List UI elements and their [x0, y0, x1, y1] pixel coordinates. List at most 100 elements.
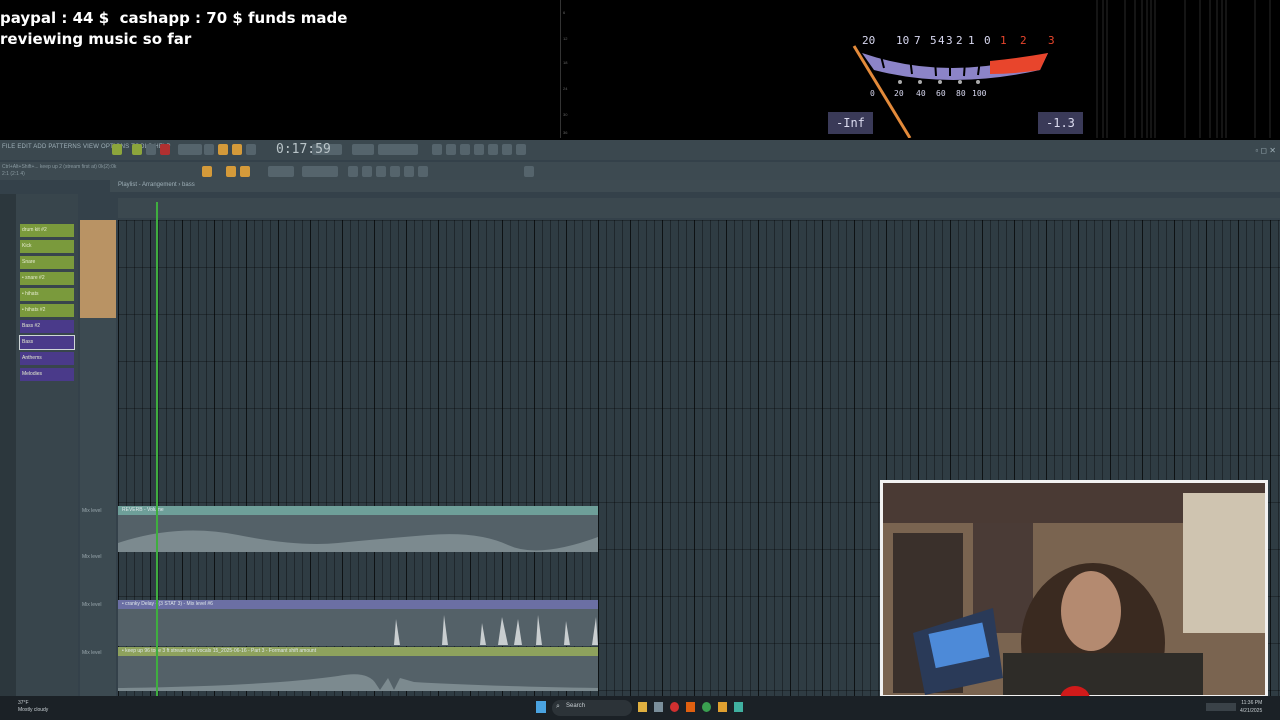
playback-tool-icon[interactable]	[418, 166, 428, 177]
pattern-item[interactable]: Snare	[20, 256, 74, 269]
pattern-item[interactable]: Kick	[20, 240, 74, 253]
vu-red-arc	[990, 53, 1048, 74]
scope-tick: 18	[563, 60, 568, 65]
vu-top-label: 4	[938, 34, 945, 47]
automation-clip[interactable]: REVERB - Volume	[118, 506, 598, 552]
track-label: Mix level	[82, 508, 102, 514]
automation-clip[interactable]: • cranky Delay - (3 STAT 3) - Mix level …	[118, 600, 598, 646]
webcam-feed	[880, 480, 1268, 698]
spectrum-analyzer	[1096, 0, 1271, 138]
play-button[interactable]	[132, 144, 142, 155]
stop-button[interactable]	[146, 144, 156, 155]
start-icon[interactable]	[536, 701, 546, 713]
scope-tick: 6	[563, 10, 566, 15]
vu-top-label: 0	[984, 34, 991, 47]
vu-top-label: 3	[1048, 34, 1055, 47]
pattern-item[interactable]: • hihats	[20, 288, 74, 301]
funds-caption: paypal : 44 $ cashapp : 70 $ funds made …	[0, 9, 348, 48]
blend-notes-icon[interactable]	[246, 144, 256, 155]
browser-icon[interactable]	[702, 702, 711, 712]
snap-select[interactable]	[268, 166, 294, 177]
playhead[interactable]	[156, 202, 158, 696]
browser-icon[interactable]	[488, 144, 498, 155]
paint-tool-icon[interactable]	[240, 166, 250, 177]
pattern-item-selected[interactable]: Bass	[19, 335, 75, 350]
scope-tick: 30	[563, 112, 568, 117]
loop-record-icon[interactable]	[218, 144, 228, 155]
link-icon[interactable]	[524, 166, 534, 177]
vu-top-label: 10	[896, 34, 909, 47]
automation-clip[interactable]: • keep up 96 tone 3 ft stream end vocals…	[118, 647, 598, 691]
chrome-icon[interactable]	[670, 702, 679, 712]
browser-collapsed[interactable]	[0, 194, 16, 696]
tempo-display[interactable]	[178, 144, 202, 155]
piano-roll-icon[interactable]	[446, 144, 456, 155]
track-label: Mix level	[82, 554, 102, 560]
window-controls[interactable]: ▫ ◻ ✕	[1255, 146, 1276, 155]
mixer-icon[interactable]	[460, 144, 470, 155]
playlist-icon[interactable]	[432, 144, 442, 155]
file-explorer-icon[interactable]	[638, 702, 647, 712]
playlist-label: Playlist - Arrangement › bass	[118, 182, 195, 188]
zoom-tool-icon[interactable]	[376, 166, 386, 177]
vu-top-label: 1	[968, 34, 975, 47]
search-icon: ⌕	[556, 703, 560, 710]
vu-top-label: 5	[930, 34, 937, 47]
pattern-item[interactable]: Melodies	[20, 368, 74, 381]
plugin-picker-icon[interactable]	[502, 144, 512, 155]
draw-tool-icon[interactable]	[226, 166, 236, 177]
webcam-image	[883, 483, 1265, 695]
pattern-item[interactable]: • hihats #2	[20, 304, 74, 317]
track-label: Mix level	[82, 650, 102, 656]
weather-widget[interactable]: 37°F Mostly cloudy	[18, 700, 48, 714]
record-button[interactable]	[160, 144, 170, 155]
automation-curve	[118, 530, 598, 552]
select-tool-icon[interactable]	[362, 166, 372, 177]
pattern-item[interactable]: Anthems	[20, 352, 74, 365]
playlist-titlebar: Playlist - Arrangement › bass	[110, 180, 1280, 192]
pattern-item[interactable]: Bass #2	[20, 320, 74, 333]
clip-title: REVERB - Volume	[118, 506, 598, 515]
output-monitor	[378, 144, 418, 155]
vu-top-label: 7	[914, 34, 921, 47]
vu-bottom-label: 100	[972, 89, 987, 98]
mixer-tool-icon[interactable]	[348, 166, 358, 177]
oscilloscope: 6 12 18 24 30 36	[560, 0, 583, 138]
clip-title: • keep up 96 tone 3 ft stream end vocals…	[118, 647, 598, 656]
help-icon[interactable]	[516, 144, 526, 155]
slice-tool-icon[interactable]	[404, 166, 414, 177]
mute-tool-icon[interactable]	[390, 166, 400, 177]
scope-tick: 12	[563, 36, 568, 41]
pattern-item[interactable]: • snare #2	[20, 272, 74, 285]
stream-overlay: paypal : 44 $ cashapp : 70 $ funds made …	[0, 0, 1280, 140]
obs-icon[interactable]	[718, 702, 727, 712]
clock[interactable]: 11:36 PM 4/21/2025	[1240, 699, 1262, 715]
windows-taskbar: 37°F Mostly cloudy ⌕ Search 11:36 PM 4/2…	[0, 696, 1280, 720]
metronome-icon[interactable]	[204, 144, 214, 155]
timeline-ruler[interactable]	[118, 198, 1280, 218]
fl-studio-icon[interactable]	[686, 702, 695, 712]
automation-curve	[118, 615, 598, 645]
automation-curve	[118, 674, 598, 691]
menu-bar: FILE EDIT ADD PATTERNS VIEW OPTIONS TOOL…	[0, 140, 1280, 160]
vu-top-label: 2	[956, 34, 963, 47]
channel-rack-icon[interactable]	[474, 144, 484, 155]
app-icon[interactable]	[654, 702, 663, 712]
vu-bottom-label: 0	[870, 89, 875, 98]
clip-title: • cranky Delay - (3 STAT 3) - Mix level …	[118, 600, 598, 609]
pattern-select[interactable]	[302, 166, 338, 177]
snap-icon[interactable]	[202, 166, 212, 177]
system-tray[interactable]	[1206, 703, 1236, 711]
vu-top-label: 20	[862, 34, 875, 47]
secondary-toolbar: Ctrl+Alt+Shift+... keep up 2 (stream fir…	[0, 162, 1280, 180]
pattern-song-toggle[interactable]	[112, 144, 122, 155]
track-header-highlighted[interactable]	[80, 220, 116, 318]
step-edit-icon[interactable]	[232, 144, 242, 155]
hint-bar: Ctrl+Alt+Shift+... keep up 2 (stream fir…	[2, 164, 117, 177]
search-box[interactable]: ⌕ Search	[552, 700, 632, 716]
pattern-item[interactable]: drum kit #2	[20, 224, 74, 237]
volume-knob[interactable]	[352, 144, 374, 155]
app-icon[interactable]	[734, 702, 743, 712]
song-time: 0:17:59	[276, 142, 331, 157]
vu-bottom-label: 80	[956, 89, 966, 98]
